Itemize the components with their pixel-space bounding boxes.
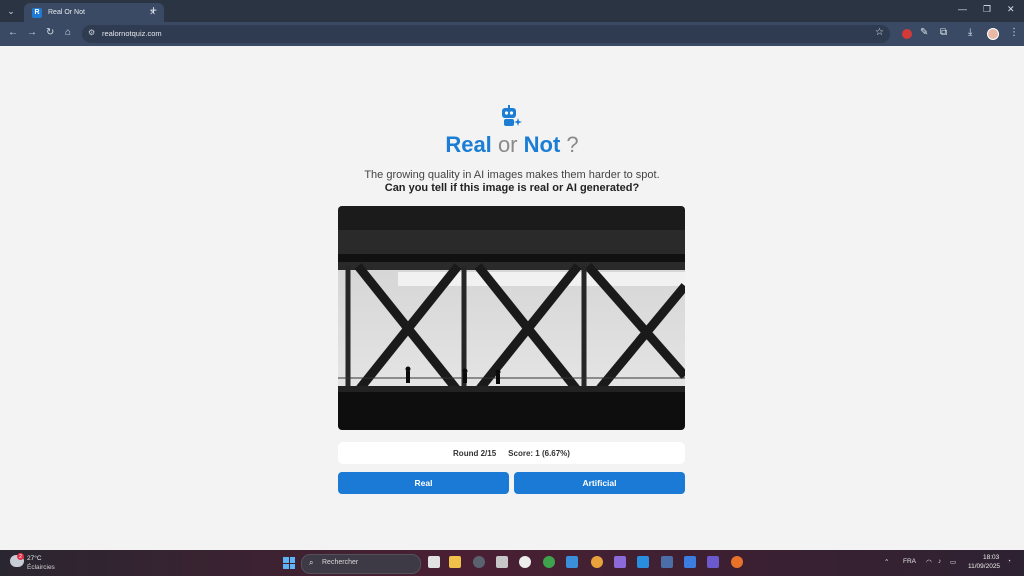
extension-icon[interactable]: [902, 29, 912, 39]
back-arrow-icon[interactable]: ←: [8, 27, 18, 38]
menu-kebab-icon[interactable]: ⋮: [1009, 27, 1019, 38]
teams-icon[interactable]: [707, 556, 719, 568]
weather-badge: 2: [17, 553, 24, 560]
firefox-icon[interactable]: [731, 556, 743, 568]
search-placeholder: Rechercher: [322, 559, 359, 566]
windows-taskbar: 2 27°C Éclaircies ⌕ Rechercher ⌃ FRA ◠ ♪…: [0, 550, 1024, 576]
robot-logo-icon: [502, 105, 522, 126]
game-app-icon[interactable]: [614, 556, 626, 568]
chrome-icon[interactable]: [591, 556, 603, 568]
volume-icon[interactable]: ♪: [938, 558, 941, 565]
xbox-icon[interactable]: [543, 556, 555, 568]
minimize-button[interactable]: —: [958, 4, 967, 14]
close-window-button[interactable]: ✕: [1007, 4, 1015, 15]
media-player-icon[interactable]: [519, 556, 531, 568]
messenger-icon[interactable]: [684, 556, 696, 568]
taskbar-search-box[interactable]: ⌕ Rechercher: [301, 554, 421, 574]
weather-description[interactable]: Éclaircies: [27, 564, 55, 571]
tray-chevron-icon[interactable]: ⌃: [884, 558, 889, 566]
reload-icon[interactable]: ↻: [46, 27, 54, 38]
bookmark-star-icon[interactable]: ☆: [875, 27, 884, 38]
app-icon-3[interactable]: [637, 556, 649, 568]
subtitle: The growing quality in AI images makes t…: [364, 169, 660, 181]
search-icon: ⌕: [309, 558, 314, 567]
site-favicon-icon: R: [32, 7, 42, 18]
wifi-icon[interactable]: ◠: [926, 558, 932, 566]
real-button[interactable]: Real: [338, 472, 509, 494]
weather-temperature[interactable]: 27°C: [27, 555, 42, 562]
restore-button[interactable]: ❐: [983, 4, 991, 15]
start-windows-icon[interactable]: [283, 557, 295, 569]
url-text[interactable]: realornotquiz.com: [102, 29, 162, 38]
app-icon-4[interactable]: [661, 556, 673, 568]
title-question-mark: ?: [566, 132, 579, 157]
tab-bar: ⌄ R Real Or Not ✕ + — ❐ ✕: [0, 0, 1024, 22]
page-content: Real or Not ? The growing quality in AI …: [0, 46, 1024, 550]
page-title: Real or Not ?: [0, 132, 1024, 158]
question-text: Can you tell if this image is real or AI…: [384, 182, 640, 194]
home-icon[interactable]: ⌂: [65, 27, 71, 38]
tab-real-or-not[interactable]: R Real Or Not ✕: [24, 3, 164, 22]
site-info-icon[interactable]: ⚙: [88, 28, 95, 37]
app-icon-1[interactable]: [473, 556, 485, 568]
clock-date[interactable]: 11/09/2025: [968, 563, 1000, 570]
tab-search-button[interactable]: ⌄: [3, 3, 19, 19]
task-view-icon[interactable]: [428, 556, 440, 568]
quiz-image: [338, 206, 685, 430]
download-icon[interactable]: ⤓: [968, 27, 972, 38]
notification-bell-icon[interactable]: ◔: [1007, 558, 1011, 565]
artificial-button[interactable]: Artificial: [514, 472, 685, 494]
title-not: Not: [523, 132, 561, 157]
score-value: Score: 1 (6.67%): [508, 448, 570, 458]
battery-icon[interactable]: ▭: [950, 558, 956, 566]
address-bar[interactable]: ⚙ realornotquiz.com ☆: [82, 25, 890, 43]
translate-extension-icon[interactable]: ✎: [920, 27, 928, 38]
clock-time[interactable]: 18:03: [983, 554, 999, 561]
title-or: or: [497, 132, 518, 157]
app-icon-2[interactable]: [496, 556, 508, 568]
browser-toolbar: ← → ↻ ⌂ ⚙ realornotquiz.com ☆ ✎ ⧉ ⤓ ⋮: [0, 22, 1024, 46]
forward-arrow-icon[interactable]: →: [27, 27, 37, 38]
new-tab-button[interactable]: +: [150, 4, 157, 16]
file-explorer-icon[interactable]: [449, 556, 461, 568]
photos-icon[interactable]: [566, 556, 578, 568]
score-panel: Round 2/15 Score: 1 (6.67%): [338, 442, 685, 464]
round-counter: Round 2/15: [453, 448, 497, 458]
tab-title: Real Or Not: [48, 9, 85, 16]
language-indicator[interactable]: FRA: [903, 558, 916, 565]
title-real: Real: [445, 132, 492, 157]
profile-avatar[interactable]: [987, 28, 999, 40]
extensions-puzzle-icon[interactable]: ⧉: [940, 27, 947, 38]
